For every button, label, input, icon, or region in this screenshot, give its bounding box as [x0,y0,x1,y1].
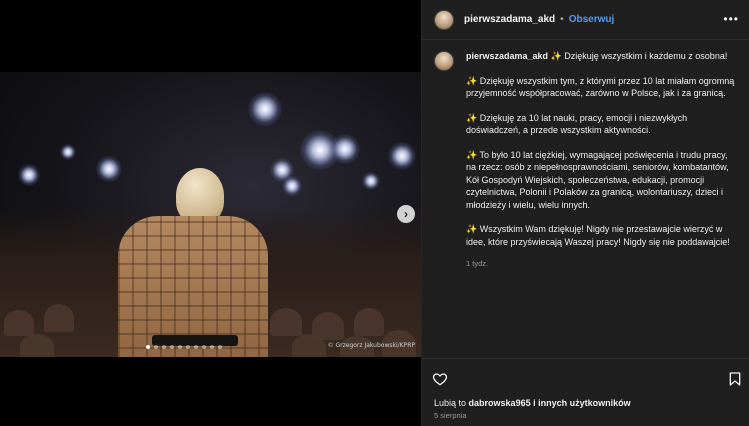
caption-paragraph: ✨ Dziękuję za 10 lat nauki, pracy, emocj… [466,112,688,136]
post-side-panel: pierwszadama_akd • Obserwuj ••• pierwsza… [421,0,749,426]
more-options-icon[interactable]: ••• [723,12,739,26]
caption-first-line: pierwszadama_akd ✨ Dziękuję wszystkim i … [466,50,738,63]
seat [354,308,384,336]
seat [20,334,54,357]
carousel-next-button[interactable]: › [397,205,415,223]
caption-paragraph: ✨ Wszystkim Wam dziękuję! Nigdy nie prze… [466,224,730,247]
chevron-right-icon: › [404,207,408,221]
follow-button[interactable]: Obserwuj [569,14,615,25]
post-photo[interactable]: © Grzegorz Jakubowski/KPRP [0,72,421,357]
carousel-dot [194,345,198,349]
post-media: © Grzegorz Jakubowski/KPRP › [0,0,421,426]
likes-summary: Lubią to dabrowska965 i innych użytkowni… [434,398,631,408]
likes-user-link[interactable]: dabrowska965 [469,398,531,408]
stage-light [248,92,282,126]
post-date[interactable]: 5 sierpnia [434,411,467,420]
carousel-dot [202,345,206,349]
stage-light [388,142,416,170]
header-username[interactable]: pierwszadama_akd [464,14,555,25]
carousel-dot [146,345,150,349]
carousel-dot [210,345,214,349]
caption-greeting: ✨ Dziękuję wszystkim i każdemu z osobna! [550,51,728,61]
speaker-figure [118,168,268,357]
caption-username[interactable]: pierwszadama_akd [466,51,548,61]
caption-paragraph: ✨ To było 10 lat ciężkiej, wymagającej p… [466,149,729,210]
carousel-dot [186,345,190,349]
post-actions-bar [422,358,749,398]
caption-block: pierwszadama_akd ✨ Dziękuję wszystkim i … [434,50,740,271]
avatar[interactable] [434,9,454,30]
carousel-dot [170,345,174,349]
stage-light [330,134,360,164]
separator-dot: • [560,14,564,25]
likes-suffix[interactable]: i innych użytkowników [533,398,631,408]
seat [4,310,34,336]
caption-paragraph: ✨ Dziękuję wszystkim tym, z którymi prze… [466,75,735,99]
likes-prefix: Lubią to [434,398,467,408]
heart-icon[interactable] [432,371,448,387]
carousel-dot [162,345,166,349]
seat [44,304,74,332]
carousel-dot [154,345,158,349]
carousel-dot [218,345,222,349]
caption-text: pierwszadama_akd ✨ Dziękuję wszystkim i … [466,50,738,271]
stage-light [18,164,40,186]
bookmark-icon[interactable] [727,371,743,387]
post-header: pierwszadama_akd • Obserwuj ••• [422,0,749,40]
stage-light [362,172,380,190]
avatar[interactable] [434,51,454,71]
caption-time-ago[interactable]: 1 tydz. [466,258,738,271]
stage-light [60,144,76,160]
carousel-indicator [146,345,222,349]
carousel-dot [178,345,182,349]
seat [270,308,302,336]
photo-credit: © Grzegorz Jakubowski/KPRP [327,342,415,349]
stage-light [282,176,302,196]
seat [292,334,326,357]
